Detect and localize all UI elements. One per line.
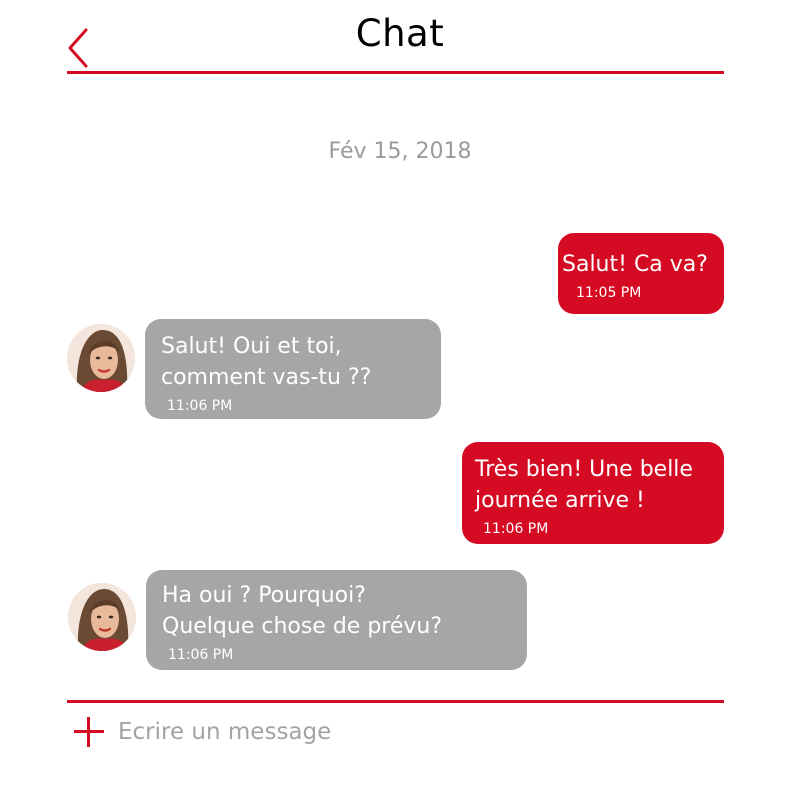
contact-avatar[interactable] [68,583,136,651]
message-time: 11:06 PM [168,647,234,663]
conversation-date: Fév 15, 2018 [328,139,472,164]
message-time: 11:05 PM [576,285,642,301]
header-divider [67,71,724,74]
message-line: Salut! Ca va? [562,252,708,277]
contact-avatar[interactable] [67,324,135,392]
message-time: 11:06 PM [167,398,233,414]
message-bubble-outgoing[interactable]: Salut! Ca va? 11:05 PM [558,233,724,314]
message-bubble-outgoing[interactable]: Très bien! Une belle journée arrive ! 11… [462,442,724,544]
message-bubble-incoming[interactable]: Salut! Oui et toi, comment vas-tu ?? 11:… [145,319,441,419]
message-line: Ha oui ? Pourquoi? [162,583,366,608]
message-input[interactable] [116,712,720,752]
page-title: Chat [355,12,445,55]
avatar-photo [67,324,135,392]
message-text: Ha oui ? Pourquoi? Quelque chose de prév… [162,580,527,642]
message-bubble-incoming[interactable]: Ha oui ? Pourquoi? Quelque chose de prév… [146,570,527,670]
message-text: Salut! Oui et toi, comment vas-tu ?? [161,331,441,393]
message-text: Très bien! Une belle journée arrive ! [475,454,724,516]
message-line: Très bien! Une belle [475,457,693,482]
message-line: comment vas-tu ?? [161,365,372,390]
message-line: journée arrive ! [475,488,645,513]
message-line: Quelque chose de prévu? [162,614,443,639]
message-time: 11:06 PM [483,521,549,537]
add-attachment-button[interactable] [73,716,105,748]
chat-screen: Chat Fév 15, 2018 Salut! Ca va? 11:05 PM… [0,0,800,800]
message-line: Salut! Oui et toi, [161,334,342,359]
message-text: Salut! Ca va? [562,249,724,280]
composer-divider [67,700,724,703]
avatar-photo [68,583,136,651]
